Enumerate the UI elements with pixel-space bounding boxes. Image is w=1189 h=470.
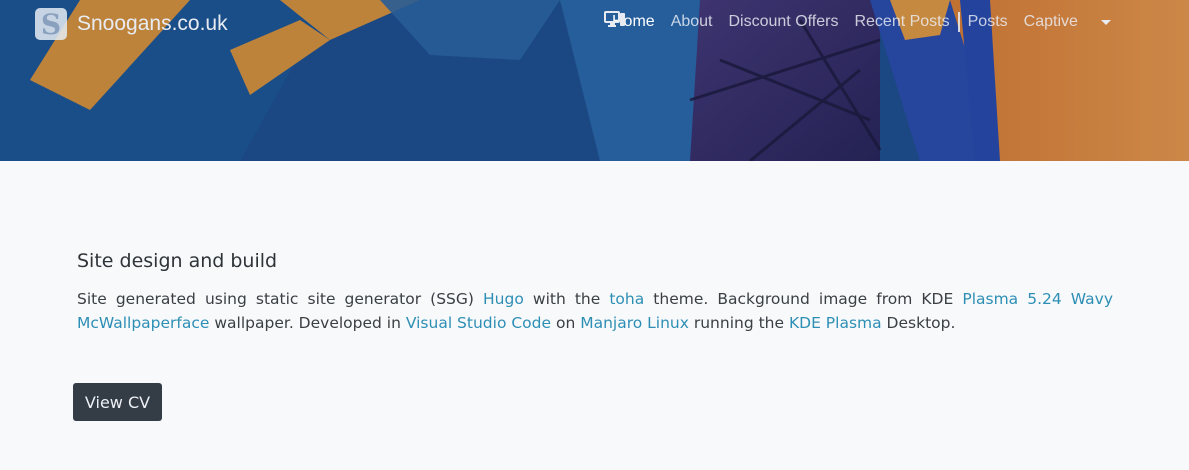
manjaro-link[interactable]: Manjaro Linux: [580, 314, 689, 332]
desktop-dropdown[interactable]: [604, 11, 1119, 27]
hugo-link[interactable]: Hugo: [483, 290, 524, 308]
nav-recent-posts[interactable]: Recent Posts: [846, 10, 957, 34]
site-logo-icon: S: [35, 8, 67, 41]
nav-discount-offers[interactable]: Discount Offers: [721, 10, 847, 34]
nav-links: Home About Discount Offers Recent Posts …: [604, 10, 1119, 34]
chevron-down-icon: [1100, 19, 1111, 25]
nav-captive[interactable]: Captive: [1016, 10, 1086, 34]
section-title: Site design and build: [77, 250, 278, 272]
toha-link[interactable]: toha: [609, 290, 644, 308]
hero-banner: S Snoogans.co.uk Home About Discount Off…: [0, 0, 1189, 161]
brand-name: Snoogans.co.uk: [77, 12, 228, 35]
site-info-section: Site design and build Site generated usi…: [77, 250, 1113, 335]
view-cv-button[interactable]: View CV: [73, 383, 162, 421]
kde-plasma-link[interactable]: KDE Plasma: [789, 314, 882, 332]
nav-about[interactable]: About: [663, 10, 721, 34]
nav-posts[interactable]: Posts: [960, 10, 1016, 34]
vscode-link[interactable]: Visual Studio Code: [406, 314, 551, 332]
desktop-icon: [604, 11, 625, 27]
navbar: S Snoogans.co.uk Home About Discount Off…: [0, 0, 1189, 44]
section-description: Site generated using static site generat…: [77, 290, 1113, 332]
brand-link[interactable]: S Snoogans.co.uk: [35, 8, 228, 41]
